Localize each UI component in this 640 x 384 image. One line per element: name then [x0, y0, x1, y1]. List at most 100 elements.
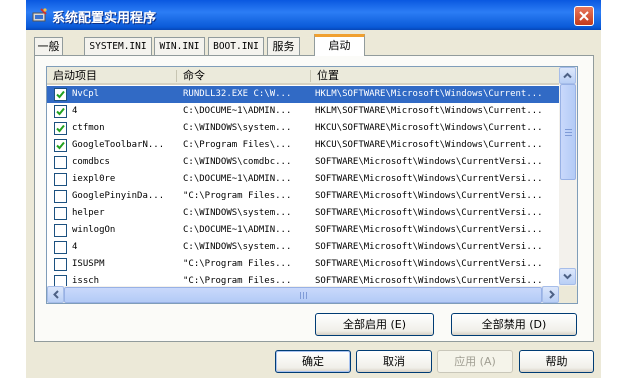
msconfig-icon	[32, 8, 48, 22]
list-item[interactable]: comdbcs C:\WINDOWS\comdbc... SOFTWARE\Micr…	[47, 154, 560, 171]
vertical-scroll-thumb[interactable]	[560, 84, 576, 180]
column-header-command[interactable]: 命令	[177, 67, 311, 85]
tab-label: SYSTEM.INI	[89, 41, 147, 52]
cell-location: SOFTWARE\Microsoft\Windows\CurrentVersi.…	[315, 174, 543, 184]
startup-item-checkbox[interactable]	[54, 88, 67, 101]
startup-item-checkbox[interactable]	[54, 105, 67, 118]
horizontal-scroll-thumb[interactable]	[64, 287, 542, 303]
list-item[interactable]: GoogleToolbarN... C:\Program Files\... HKC…	[47, 137, 560, 154]
cell-location: HKLM\SOFTWARE\Microsoft\Windows\Current.…	[315, 89, 543, 99]
tab-boot-ini[interactable]: BOOT.INI	[208, 37, 264, 56]
column-header-startup-item[interactable]: 启动项目	[47, 67, 177, 85]
cell-name: winlogOn	[72, 225, 116, 235]
cell-location: SOFTWARE\Microsoft\Windows\CurrentVersi.…	[315, 259, 543, 269]
title-bar[interactable]: 系统配置实用程序	[26, 0, 601, 30]
cell-name: helper	[72, 208, 105, 218]
tab-label: WIN.INI	[159, 41, 200, 52]
startup-item-checkbox[interactable]	[54, 156, 67, 169]
scroll-left-button[interactable]	[47, 286, 64, 303]
list-item[interactable]: ctfmon C:\WINDOWS\system... HKCU\SOFTWARE\…	[47, 120, 560, 137]
cell-command: C:\DOCUME~1\ADMIN...	[183, 225, 292, 235]
cell-name: 4	[72, 106, 78, 116]
chevron-right-icon	[549, 290, 555, 299]
cell-command: C:\Program Files\...	[183, 140, 292, 150]
cell-location: SOFTWARE\Microsoft\Windows\CurrentVersi.…	[315, 208, 543, 218]
cell-name: comdbcs	[72, 157, 110, 167]
cell-location: HKLM\SOFTWARE\Microsoft\Windows\Current.…	[315, 106, 543, 116]
startup-item-checkbox[interactable]	[54, 207, 67, 220]
tab-win-ini[interactable]: WIN.INI	[154, 37, 205, 56]
cell-command: "C:\Program Files...	[183, 259, 292, 269]
list-item[interactable]: GooglePinyinDa... "C:\Program Files... SOF…	[47, 188, 560, 205]
cell-name: ISUSPM	[72, 259, 105, 269]
cancel-button[interactable]: 取消	[356, 350, 432, 373]
cell-command: C:\DOCUME~1\ADMIN...	[183, 174, 292, 184]
list-item[interactable]: 4 C:\WINDOWS\system... SOFTWARE\Microsoft\…	[47, 239, 560, 256]
startup-item-checkbox[interactable]	[54, 173, 67, 186]
startup-item-checkbox[interactable]	[54, 241, 67, 254]
cell-location: SOFTWARE\Microsoft\Windows\CurrentVersi.…	[315, 191, 543, 201]
ok-button[interactable]: 确定	[275, 350, 351, 373]
list-item[interactable]: winlogOn C:\DOCUME~1\ADMIN... SOFTWARE\Mic…	[47, 222, 560, 239]
cell-location: HKCU\SOFTWARE\Microsoft\Windows\Current.…	[315, 123, 543, 133]
column-label: 位置	[317, 69, 339, 82]
cell-location: SOFTWARE\Microsoft\Windows\CurrentVersi.…	[315, 225, 543, 235]
cell-command: C:\DOCUME~1\ADMIN...	[183, 106, 292, 116]
tab-general[interactable]: 一般	[34, 37, 63, 56]
list-item[interactable]: helper C:\WINDOWS\system... SOFTWARE\Micro…	[47, 205, 560, 222]
list-item[interactable]: iexpl0re C:\DOCUME~1\ADMIN... SOFTWARE\Mic…	[47, 171, 560, 188]
help-button[interactable]: 帮助	[519, 350, 594, 373]
cell-command: C:\WINDOWS\system...	[183, 208, 292, 218]
column-label: 启动项目	[53, 69, 97, 82]
vertical-scrollbar[interactable]	[559, 67, 577, 286]
cell-location: SOFTWARE\Microsoft\Windows\CurrentVersi.…	[315, 157, 543, 167]
tab-system-ini[interactable]: SYSTEM.INI	[84, 37, 152, 56]
cell-name: GoogleToolbarN...	[72, 140, 165, 150]
chevron-left-icon	[53, 290, 59, 299]
enable-all-button[interactable]: 全部启用 (E)	[315, 313, 434, 336]
cell-name: ctfmon	[72, 123, 105, 133]
cell-command: RUNDLL32.EXE C:\W...	[183, 89, 292, 99]
chevron-up-icon	[563, 72, 572, 79]
cell-command: C:\WINDOWS\system...	[183, 242, 292, 252]
list-item[interactable]: 4 C:\DOCUME~1\ADMIN... HKLM\SOFTWARE\Micro…	[47, 103, 560, 120]
close-icon	[579, 11, 589, 21]
chevron-down-icon	[563, 273, 572, 280]
apply-button[interactable]: 应用 (A)	[437, 350, 513, 373]
list-item[interactable]: ISUSPM "C:\Program Files... SOFTWARE\Micro…	[47, 256, 560, 273]
checkmark-icon	[56, 107, 65, 116]
scroll-down-button[interactable]	[559, 268, 576, 285]
tab-label: 一般	[37, 40, 60, 53]
cell-command: C:\WINDOWS\system...	[183, 123, 292, 133]
system-config-dialog: 系统配置实用程序 一般 SYSTEM.INI WIN.INI BOOT.INI …	[26, 0, 601, 378]
startup-item-checkbox[interactable]	[54, 224, 67, 237]
cell-command: "C:\Program Files...	[183, 191, 292, 201]
disable-all-button[interactable]: 全部禁用 (D)	[451, 313, 577, 336]
tab-services[interactable]: 服务	[267, 37, 300, 56]
tab-startup[interactable]: 启动	[314, 34, 365, 56]
cell-location: SOFTWARE\Microsoft\Windows\CurrentVersi.…	[315, 242, 543, 252]
startup-list[interactable]: 启动项目 命令 位置 NvCpl RUNDLL32.EXE C:\W... HKLM…	[46, 66, 578, 304]
horizontal-scrollbar[interactable]	[47, 286, 559, 303]
checkmark-icon	[56, 141, 65, 150]
tab-label: 服务	[272, 40, 295, 53]
startup-item-checkbox[interactable]	[54, 190, 67, 203]
startup-item-checkbox[interactable]	[54, 122, 67, 135]
cell-command: C:\WINDOWS\comdbc...	[183, 157, 292, 167]
column-label: 命令	[183, 69, 205, 82]
scroll-up-button[interactable]	[559, 67, 576, 84]
checkmark-icon	[56, 90, 65, 99]
cell-name: iexpl0re	[72, 174, 116, 184]
cell-location: HKCU\SOFTWARE\Microsoft\Windows\Current.…	[315, 140, 543, 150]
checkmark-icon	[56, 124, 65, 133]
close-button[interactable]	[574, 6, 594, 26]
list-item[interactable]: NvCpl RUNDLL32.EXE C:\W... HKLM\SOFTWARE\M…	[47, 86, 560, 103]
scroll-corner	[559, 286, 577, 303]
startup-item-checkbox[interactable]	[54, 258, 67, 271]
tab-label: BOOT.INI	[213, 41, 259, 52]
cell-name: NvCpl	[72, 89, 100, 99]
column-header-location[interactable]: 位置	[311, 67, 559, 85]
tab-label: 启动	[328, 39, 351, 52]
startup-item-checkbox[interactable]	[54, 139, 67, 152]
scroll-right-button[interactable]	[542, 286, 559, 303]
